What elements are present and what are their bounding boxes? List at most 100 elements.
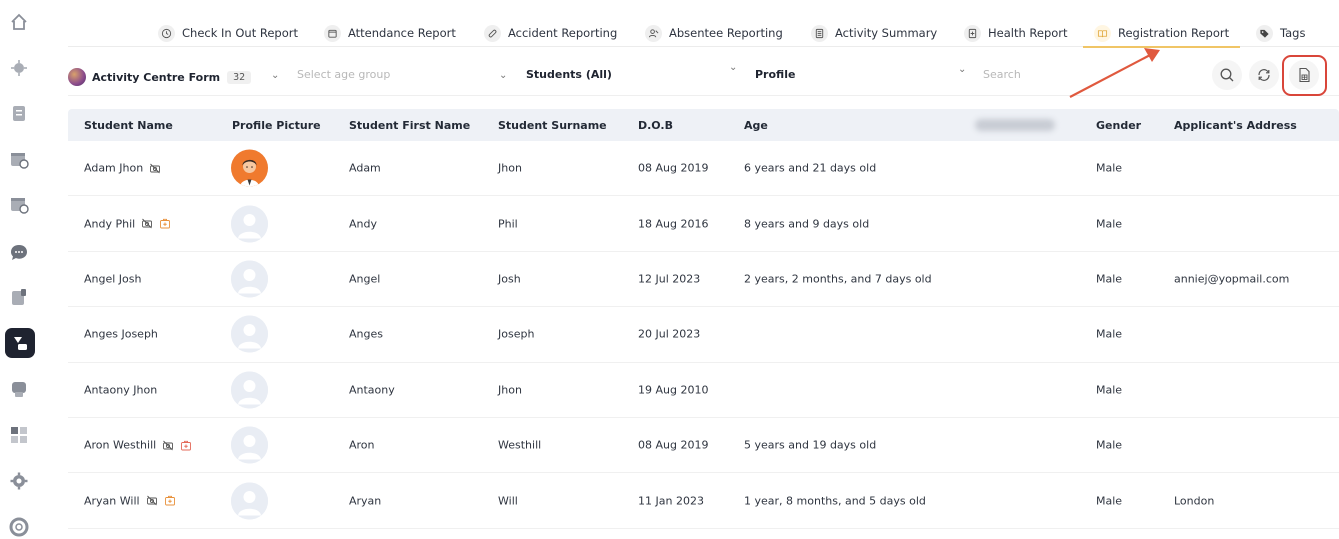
tab-label: Registration Report — [1118, 26, 1230, 40]
dob-cell: 20 Jul 2023 — [638, 327, 701, 341]
profile-picture — [231, 482, 268, 520]
col-surname[interactable]: Student Surname — [498, 119, 607, 132]
shop-icon[interactable] — [8, 378, 30, 400]
profile-picture — [231, 426, 268, 464]
surname-cell: Joseph — [498, 327, 535, 341]
first-name-cell: Aron — [349, 438, 375, 452]
table-row[interactable]: Anges Joseph Anges Joseph 20 Jul 2023 Male — [68, 307, 1339, 363]
document-icon[interactable] — [8, 286, 30, 308]
chevron-down-icon[interactable]: ⌄ — [729, 62, 737, 73]
student-name-cell[interactable]: Aryan Will — [84, 494, 176, 507]
students-select[interactable]: Students (All) — [526, 68, 612, 81]
gender-cell: Male — [1096, 438, 1123, 452]
col-gender[interactable]: Gender — [1096, 119, 1141, 132]
address-cell: anniej@yopmail.com — [1174, 272, 1290, 286]
table-row[interactable]: Angel Josh Angel Josh 12 Jul 2023 2 years, 2… — [68, 252, 1339, 308]
age-cell: 6 years and 21 days old — [744, 161, 877, 175]
support-icon[interactable] — [8, 516, 30, 538]
medical-kit-icon — [164, 495, 176, 507]
student-name: Adam Jhon — [84, 161, 144, 175]
tab-label: Health Report — [988, 26, 1068, 40]
book-icon — [1094, 24, 1111, 42]
profile-select[interactable]: Profile — [755, 68, 795, 81]
gender-cell: Male — [1096, 494, 1123, 508]
student-name-cell[interactable]: Andy Phil — [84, 217, 171, 230]
no-photo-icon — [146, 495, 158, 507]
tab-check-in-out-report[interactable]: Check In Out Report — [158, 19, 298, 47]
form-selector[interactable]: Activity Centre Form 32 — [68, 68, 252, 86]
table-row[interactable]: Andy Phil Andy Phil 18 Aug 2016 8 years and … — [68, 196, 1339, 252]
tab-label: Absentee Reporting — [669, 26, 783, 40]
student-name-cell[interactable]: Anges Joseph — [84, 328, 158, 341]
age-group-select[interactable]: Select age group — [297, 68, 390, 81]
settings-icon[interactable] — [8, 470, 30, 492]
dob-cell: 08 Aug 2019 — [638, 438, 709, 452]
grid-icon[interactable] — [8, 424, 30, 446]
tab-activity-summary[interactable]: Activity Summary — [811, 19, 937, 47]
col-age[interactable]: Age — [744, 119, 768, 132]
surname-cell: Jhon — [498, 161, 522, 175]
chevrons-down-icon[interactable]: ⌄ — [958, 64, 966, 75]
profile-picture — [231, 371, 268, 409]
col-address[interactable]: Applicant's Address — [1174, 119, 1297, 132]
profile-picture — [231, 260, 268, 298]
clipboard-icon[interactable] — [8, 102, 30, 124]
medical-kit-icon — [180, 439, 192, 451]
home-icon[interactable] — [8, 11, 30, 33]
tab-tags[interactable]: Tags — [1256, 19, 1305, 47]
search-input[interactable]: Search — [983, 68, 1021, 81]
no-photo-icon — [141, 218, 153, 230]
student-name-cell[interactable]: Angel Josh — [84, 272, 141, 285]
table-row[interactable]: Aron Westhill Aron Westhill 08 Aug 2019 5 ye… — [68, 418, 1339, 474]
chat-icon[interactable] — [8, 241, 30, 263]
chevron-down-icon[interactable]: ⌄ — [499, 70, 507, 81]
profile-picture — [231, 315, 268, 353]
student-name-cell[interactable]: Aron Westhill — [84, 439, 192, 452]
student-name-cell[interactable]: Antaony Jhon — [84, 383, 157, 396]
student-name: Angel Josh — [84, 272, 142, 286]
profile-picture — [231, 205, 268, 243]
profile-picture — [231, 149, 268, 187]
clock-icon — [158, 24, 175, 42]
first-name-cell: Antaony — [349, 383, 395, 397]
col-dob[interactable]: D.O.B — [638, 119, 673, 132]
table-row[interactable]: Adam Jhon Adam Jhon 08 Aug 2019 6 years and … — [68, 141, 1339, 197]
tag-icon — [1256, 24, 1273, 42]
calendar-settings-icon[interactable] — [8, 193, 30, 215]
gender-cell: Male — [1096, 272, 1123, 286]
first-name-cell: Andy — [349, 217, 377, 231]
tab-absentee-reporting[interactable]: Absentee Reporting — [645, 19, 783, 47]
tab-accident-reporting[interactable]: Accident Reporting — [484, 19, 617, 47]
col-profile-picture[interactable]: Profile Picture — [232, 119, 321, 132]
form-name: Activity Centre Form — [92, 70, 221, 84]
student-name-cell[interactable]: Adam Jhon — [84, 162, 161, 175]
calendar-icon — [324, 24, 341, 42]
dob-cell: 12 Jul 2023 — [638, 272, 701, 286]
student-name: Anges Joseph — [84, 327, 158, 341]
age-cell: 1 year, 8 months, and 5 days old — [744, 494, 926, 508]
table-row[interactable]: Aryan Will Aryan Will 11 Jan 2023 1 year, 8 … — [68, 473, 1339, 529]
reports-icon[interactable] — [5, 328, 35, 358]
age-group-placeholder: Select age group — [297, 68, 391, 81]
search-placeholder: Search — [983, 68, 1021, 81]
virus-icon[interactable] — [8, 57, 30, 79]
health-icon — [964, 24, 981, 42]
age-cell: 8 years and 9 days old — [744, 217, 870, 231]
search-icon — [1220, 68, 1234, 82]
chevron-down-icon[interactable]: ⌄ — [271, 70, 279, 81]
gender-cell: Male — [1096, 327, 1123, 341]
export-highlight-box — [1282, 55, 1327, 96]
table-row[interactable]: Antaony Jhon Antaony Jhon 19 Aug 2010 Male — [68, 363, 1339, 418]
col-first-name[interactable]: Student First Name — [349, 119, 470, 132]
col-student-name[interactable]: Student Name — [84, 119, 173, 132]
form-avatar — [68, 68, 86, 86]
dob-cell: 18 Aug 2016 — [638, 217, 709, 231]
profile-value: Profile — [755, 68, 796, 81]
no-photo-icon — [149, 162, 161, 174]
refresh-button[interactable] — [1249, 60, 1279, 90]
dob-cell: 19 Aug 2010 — [638, 383, 709, 397]
tab-attendance-report[interactable]: Attendance Report — [324, 19, 456, 47]
tab-health-report[interactable]: Health Report — [964, 19, 1068, 47]
calendar-check-icon[interactable] — [8, 148, 30, 170]
search-button[interactable] — [1212, 60, 1242, 90]
